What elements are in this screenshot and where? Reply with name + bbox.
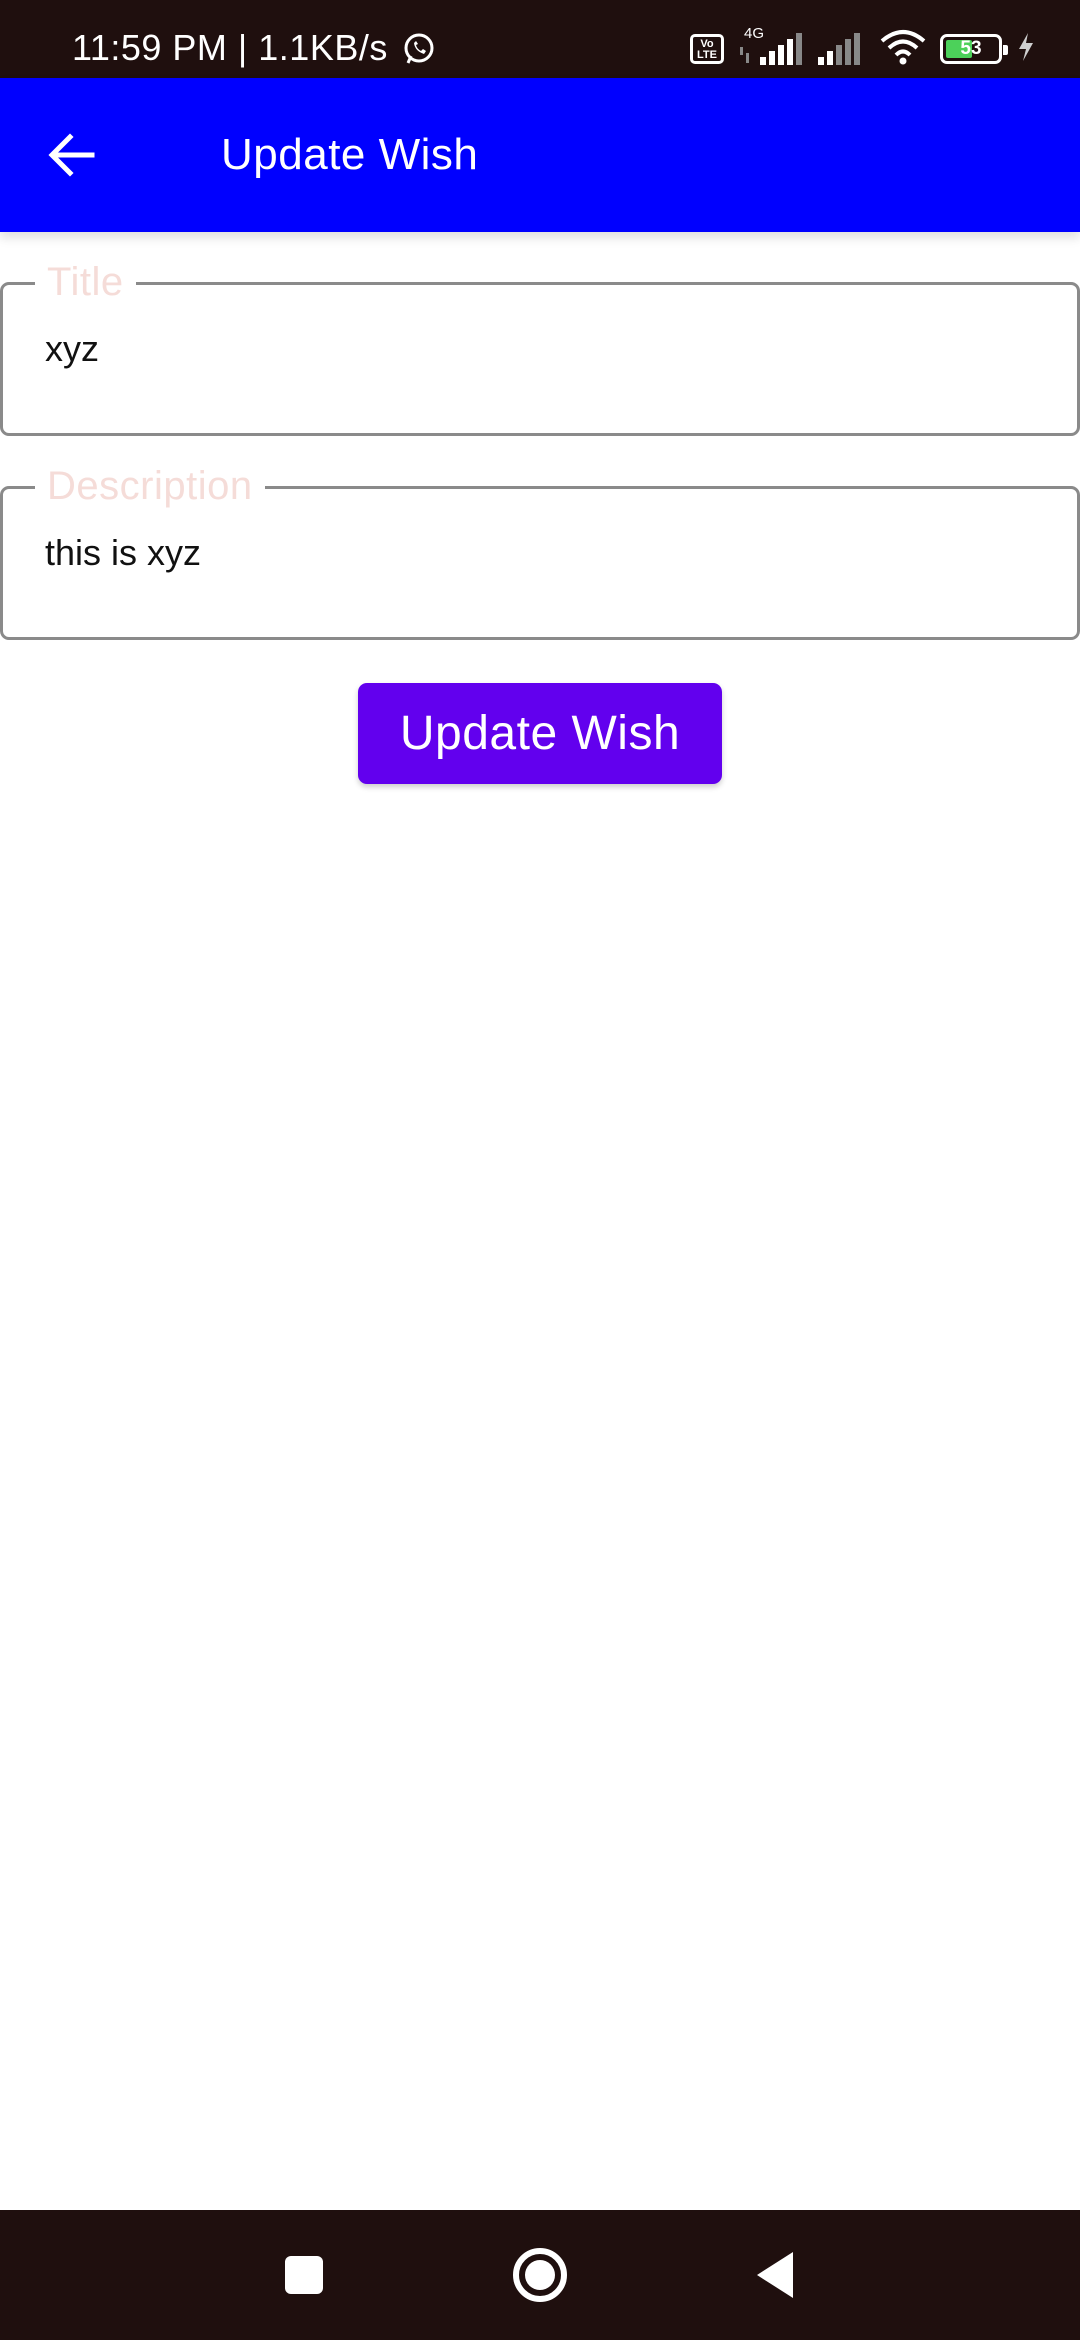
title-field-label: Title	[35, 257, 136, 307]
description-field-label: Description	[35, 461, 265, 511]
back-button[interactable]	[36, 119, 108, 191]
recent-apps-button[interactable]	[264, 2235, 344, 2315]
volte-icon: Vo LTE	[690, 34, 724, 64]
update-wish-button[interactable]: Update Wish	[358, 683, 722, 784]
status-time-text: 11:59 PM | 1.1KB/s	[72, 27, 388, 68]
home-button[interactable]	[500, 2235, 580, 2315]
description-field[interactable]: Description	[0, 461, 1080, 640]
home-icon	[513, 2248, 567, 2302]
battery-icon: 53	[940, 34, 1008, 64]
signal-icon: 4G	[738, 25, 802, 69]
battery-nub	[1003, 45, 1008, 55]
status-time: 11:59 PM | 1.1KB/s	[72, 0, 436, 78]
app-bar: Update Wish	[0, 78, 1080, 232]
wifi-icon	[880, 29, 926, 70]
page-title: Update Wish	[221, 130, 479, 179]
charging-icon	[1016, 32, 1036, 67]
title-input[interactable]	[45, 325, 1047, 373]
back-icon	[757, 2252, 793, 2298]
system-nav-bar	[0, 2210, 1080, 2340]
arrow-left-icon	[48, 133, 95, 177]
status-icons: Vo LTE 4G 53	[690, 25, 1036, 72]
signal-icon-2	[816, 29, 866, 70]
title-field[interactable]: Title	[0, 257, 1080, 436]
nav-back-button[interactable]	[735, 2235, 815, 2315]
battery-level: 53	[960, 38, 982, 59]
status-bar: 11:59 PM | 1.1KB/s Vo LTE 4G 53	[0, 0, 1080, 78]
description-input[interactable]	[45, 529, 1047, 577]
recent-apps-icon	[285, 2256, 323, 2294]
